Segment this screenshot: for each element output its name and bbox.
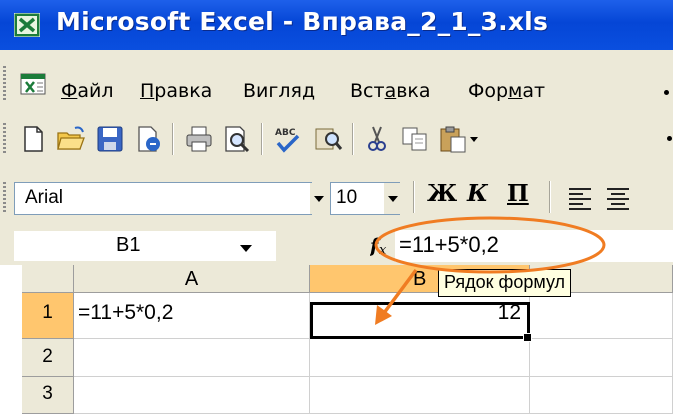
toolbar-separator <box>261 123 263 155</box>
align-center-icon[interactable] <box>604 184 632 212</box>
cell-b2[interactable] <box>310 339 530 377</box>
row-header-1[interactable]: 1 <box>22 293 74 339</box>
title-bar: Microsoft Excel - Вправа_2_1_3.xls <box>0 0 673 50</box>
grid-left-margin <box>0 265 22 414</box>
select-all-button[interactable] <box>22 265 74 293</box>
research-icon[interactable] <box>313 124 343 154</box>
insert-function-icon[interactable]: f x <box>370 233 394 257</box>
bold-button[interactable]: Ж <box>427 180 457 207</box>
formula-bar: B1 f x =11+5*0,2 <box>0 227 673 265</box>
cell-a2[interactable] <box>74 339 310 377</box>
print-preview-icon[interactable] <box>222 124 252 154</box>
menu-file[interactable]: Файл <box>61 80 114 102</box>
cut-icon[interactable] <box>362 124 392 154</box>
column-header-a[interactable]: A <box>74 265 310 293</box>
formatting-grip[interactable] <box>3 182 6 214</box>
font-name-dropdown-arrow[interactable] <box>310 183 328 214</box>
font-name-select[interactable]: Arial <box>14 182 312 215</box>
menu-bar: Файл Правка Вигляд Вставка Формат <box>0 50 673 109</box>
name-box-value: B1 <box>116 234 141 256</box>
cell-c2[interactable] <box>530 339 673 377</box>
toolbar-separator <box>352 123 354 155</box>
row-header-3[interactable]: 3 <box>22 377 74 414</box>
formula-text: =11+5*0,2 <box>399 232 499 257</box>
paste-icon[interactable] <box>438 124 468 154</box>
print-icon[interactable] <box>184 124 214 154</box>
toolbar-overflow-dot <box>667 136 672 141</box>
menu-edit[interactable]: Правка <box>140 80 212 102</box>
standard-toolbar: ABC <box>0 109 673 166</box>
toolbar-separator <box>549 181 551 213</box>
italic-button[interactable]: К <box>467 180 488 207</box>
open-folder-icon[interactable] <box>56 124 86 154</box>
permission-icon[interactable] <box>133 124 163 154</box>
cell-c3[interactable] <box>530 377 673 414</box>
menu-insert[interactable]: Вставка <box>350 80 431 102</box>
window-title: Microsoft Excel - Вправа_2_1_3.xls <box>56 7 549 36</box>
name-box-dropdown-arrow[interactable] <box>240 245 252 252</box>
menubar-grip[interactable] <box>3 66 6 100</box>
svg-text:ABC: ABC <box>275 128 296 138</box>
menu-overflow-dot <box>664 90 669 95</box>
svg-text:x: x <box>379 243 387 257</box>
row-header-2[interactable]: 2 <box>22 339 74 377</box>
cell-a1[interactable]: =11+5*0,2 <box>74 293 310 339</box>
active-cell-border <box>310 302 530 339</box>
formula-bar-tooltip: Рядок формул <box>438 269 572 297</box>
paste-dropdown-arrow[interactable] <box>470 137 478 142</box>
save-icon[interactable] <box>95 124 125 154</box>
excel-icon <box>14 13 40 37</box>
font-name-value: Arial <box>25 187 64 208</box>
cell-a3[interactable] <box>74 377 310 414</box>
copy-icon[interactable] <box>400 124 430 154</box>
formula-input[interactable]: =11+5*0,2 <box>395 230 673 262</box>
font-size-dropdown-arrow[interactable] <box>384 183 402 214</box>
toolbar-grip[interactable] <box>3 123 6 155</box>
toolbar-separator <box>413 181 415 213</box>
underline-button[interactable]: П <box>507 180 529 207</box>
cell-c1[interactable] <box>530 293 673 339</box>
formatting-toolbar: Arial 10 Ж К П <box>0 166 673 227</box>
spelling-icon[interactable]: ABC <box>272 124 302 154</box>
new-document-icon[interactable] <box>18 124 48 154</box>
fill-handle[interactable] <box>523 333 532 342</box>
worksheet-grid: A B 1 2 3 =11+5*0,2 12 <box>0 265 673 414</box>
menu-format[interactable]: Формат <box>468 80 545 102</box>
font-size-value: 10 <box>336 187 358 208</box>
toolbar-separator <box>172 123 174 155</box>
workbook-icon[interactable] <box>20 73 46 95</box>
name-box[interactable]: B1 <box>14 231 276 261</box>
cell-b3[interactable] <box>310 377 530 414</box>
align-left-icon[interactable] <box>566 184 594 212</box>
menu-view[interactable]: Вигляд <box>243 80 315 102</box>
